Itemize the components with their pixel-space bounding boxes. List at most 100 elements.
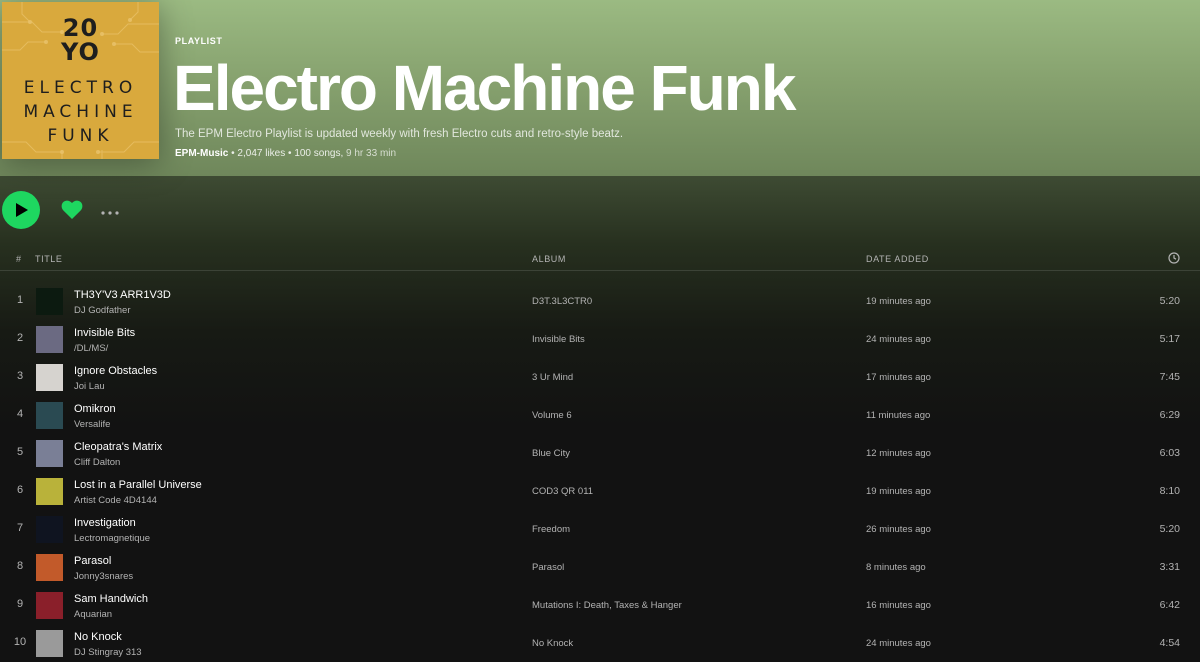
track-album[interactable]: Mutations I: Death, Taxes & Hanger: [532, 600, 682, 611]
header-date-added[interactable]: DATE ADDED: [866, 254, 929, 264]
track-date-added: 24 minutes ago: [866, 638, 931, 649]
track-number: 3: [16, 370, 24, 382]
track-title[interactable]: TH3Y'V3 ARR1V3D: [74, 289, 171, 301]
track-duration: 6:29: [1159, 409, 1180, 421]
track-duration: 4:54: [1159, 637, 1180, 649]
track-title[interactable]: Investigation: [74, 517, 136, 529]
track-artist[interactable]: Jonny3snares: [74, 571, 133, 582]
track-artist[interactable]: Versalife: [74, 419, 110, 430]
cover-line-1: ELECTRO: [23, 78, 138, 98]
track-number: 4: [16, 408, 24, 420]
playlist-owner-link[interactable]: EPM-Music: [175, 148, 228, 159]
track-duration: 5:17: [1159, 333, 1180, 345]
cover-line-2: MACHINE: [23, 102, 138, 122]
track-album[interactable]: No Knock: [532, 638, 573, 649]
track-row[interactable]: 6 Lost in a Parallel Universe Artist Code …: [0, 472, 1200, 510]
track-date-added: 8 minutes ago: [866, 562, 926, 573]
track-number: 6: [16, 484, 24, 496]
playlist-likes: 2,047 likes: [237, 148, 286, 159]
track-date-added: 17 minutes ago: [866, 372, 931, 383]
track-number: 9: [16, 598, 24, 610]
track-date-added: 24 minutes ago: [866, 334, 931, 345]
track-row[interactable]: 1 TH3Y'V3 ARR1V3D DJ Godfather D3T.3L3CTR0 1…: [0, 282, 1200, 320]
track-date-added: 19 minutes ago: [866, 296, 931, 307]
track-album-art: [36, 478, 63, 505]
track-album-art: [36, 554, 63, 581]
track-title[interactable]: No Knock: [74, 631, 122, 643]
playlist-duration: 9 hr 33 min: [346, 148, 397, 159]
track-album[interactable]: Parasol: [532, 562, 564, 573]
track-title[interactable]: Lost in a Parallel Universe: [74, 479, 202, 491]
track-row[interactable]: 4 Omikron Versalife Volume 6 11 minutes ago 6…: [0, 396, 1200, 434]
track-title[interactable]: Omikron: [74, 403, 116, 415]
track-album-art: [36, 440, 63, 467]
track-duration: 5:20: [1159, 523, 1180, 535]
cover-line-3: FUNK: [47, 126, 114, 146]
track-duration: 3:31: [1159, 561, 1180, 573]
more-options-button[interactable]: [100, 205, 122, 215]
track-title[interactable]: Sam Handwich: [74, 593, 148, 605]
playlist-type-label: PLAYLIST: [175, 36, 223, 46]
track-album-art: [36, 364, 63, 391]
track-album[interactable]: Blue City: [532, 448, 570, 459]
track-album-art: [36, 326, 63, 353]
track-number: 10: [13, 636, 27, 648]
track-duration: 8:10: [1159, 485, 1180, 497]
header-number: #: [16, 254, 22, 264]
track-date-added: 11 minutes ago: [866, 410, 931, 421]
track-title[interactable]: Invisible Bits: [74, 327, 135, 339]
track-artist[interactable]: DJ Stingray 313: [74, 647, 142, 658]
track-date-added: 16 minutes ago: [866, 600, 931, 611]
header-title[interactable]: TITLE: [35, 254, 63, 264]
track-row[interactable]: 8 Parasol Jonny3snares Parasol 8 minutes ago…: [0, 548, 1200, 586]
track-number: 1: [16, 294, 24, 306]
header-album[interactable]: ALBUM: [532, 254, 566, 264]
track-date-added: 12 minutes ago: [866, 448, 931, 459]
track-album[interactable]: COD3 QR 011: [532, 486, 593, 497]
playlist-cover-art[interactable]: 20 YO ELECTRO MACHINE FUNK: [2, 2, 159, 159]
track-album[interactable]: D3T.3L3CTR0: [532, 296, 592, 307]
meta-separator: •: [231, 148, 235, 159]
track-date-added: 26 minutes ago: [866, 524, 931, 535]
track-table-header: # TITLE ALBUM DATE ADDED: [0, 250, 1200, 271]
track-title[interactable]: Cleopatra's Matrix: [74, 441, 162, 453]
track-title[interactable]: Ignore Obstacles: [74, 365, 157, 377]
track-duration: 6:03: [1159, 447, 1180, 459]
track-row[interactable]: 2 Invisible Bits/DL/MS/Invisible Bits 24 m…: [0, 320, 1200, 358]
track-number: 5: [16, 446, 24, 458]
track-artist[interactable]: Artist Code 4D4144: [74, 495, 157, 506]
track-artist[interactable]: DJ Godfather: [74, 305, 131, 316]
track-album[interactable]: Invisible Bits: [532, 334, 585, 345]
track-album[interactable]: Freedom: [532, 524, 570, 535]
track-number: 8: [16, 560, 24, 572]
play-icon: [16, 203, 28, 217]
playlist-meta: EPM-Music • 2,047 likes • 100 songs, 9 h…: [175, 148, 396, 159]
heart-icon: [61, 200, 83, 219]
track-row[interactable]: 10 No Knock DJ Stingray 313 No Knock 24 minu…: [0, 624, 1200, 662]
track-duration: 6:42: [1159, 599, 1180, 611]
track-row[interactable]: 5 Cleopatra's Matrix Cliff Dalton Blue City…: [0, 434, 1200, 472]
track-date-added: 19 minutes ago: [866, 486, 931, 497]
meta-separator: •: [288, 148, 292, 159]
track-artist[interactable]: /DL/MS/: [74, 343, 108, 354]
play-button[interactable]: [2, 191, 40, 229]
playlist-song-count: 100 songs,: [294, 148, 344, 159]
track-number: 7: [16, 522, 24, 534]
track-album[interactable]: 3 Ur Mind: [532, 372, 573, 383]
track-album[interactable]: Volume 6: [532, 410, 572, 421]
like-button[interactable]: [61, 200, 83, 220]
track-album-art: [36, 630, 63, 657]
clock-icon[interactable]: [1168, 252, 1180, 266]
more-horizontal-icon: [101, 211, 119, 215]
playlist-title: Electro Machine Funk: [173, 52, 796, 124]
track-artist[interactable]: Aquarian: [74, 609, 112, 620]
track-artist[interactable]: Cliff Dalton: [74, 457, 120, 468]
track-row[interactable]: 3 Ignore Obstacles Joi Lau 3 Ur Mind 17 minu…: [0, 358, 1200, 396]
track-row[interactable]: 9 Sam Handwich Aquarian Mutations I: Death,…: [0, 586, 1200, 624]
track-duration: 7:45: [1159, 371, 1180, 383]
track-title[interactable]: Parasol: [74, 555, 111, 567]
track-row[interactable]: 7 Investigation Lectromagnetique Freedom 26 …: [0, 510, 1200, 548]
track-duration: 5:20: [1159, 295, 1180, 307]
track-artist[interactable]: Joi Lau: [74, 381, 105, 392]
track-artist[interactable]: Lectromagnetique: [74, 533, 150, 544]
